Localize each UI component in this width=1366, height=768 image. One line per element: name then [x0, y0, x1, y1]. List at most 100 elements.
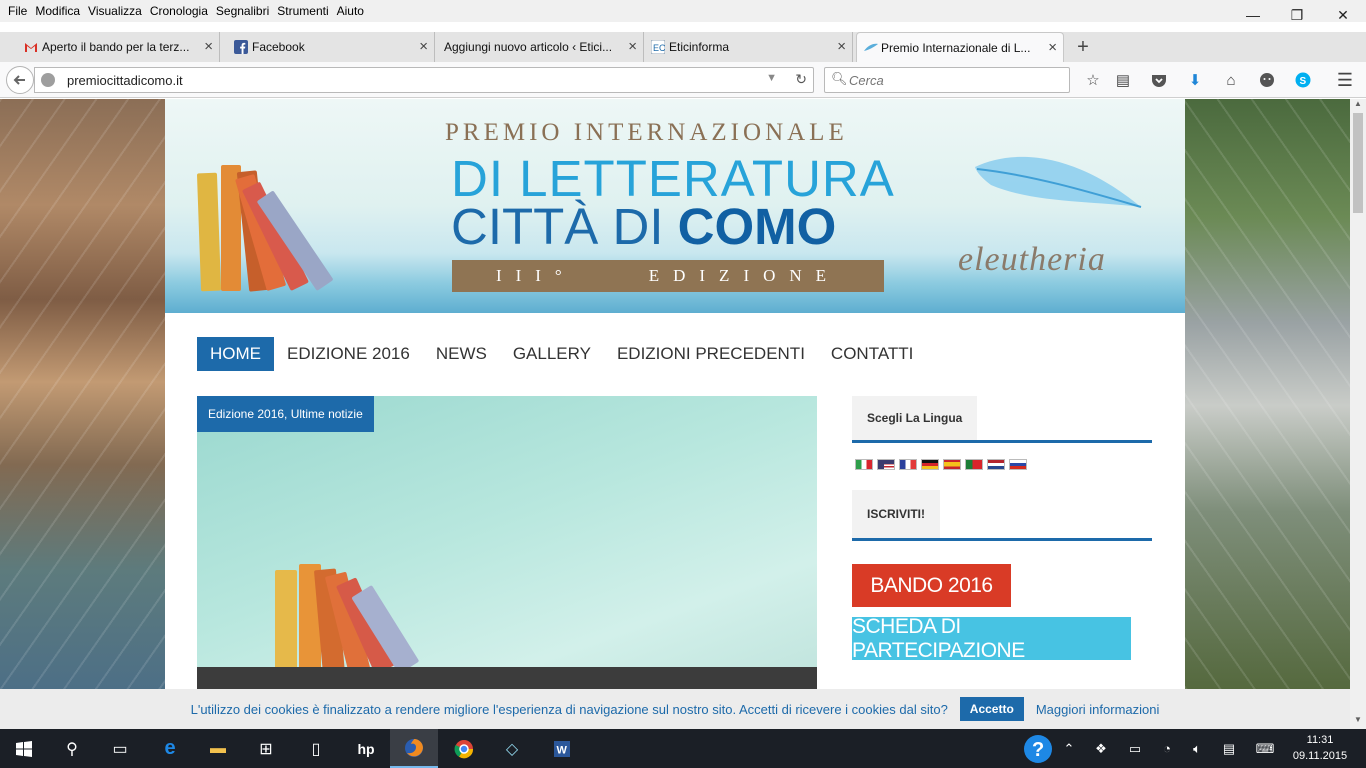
help-icon[interactable]: ? [1022, 729, 1054, 768]
new-tab-button[interactable]: + [1072, 32, 1094, 62]
back-button[interactable] [6, 66, 34, 94]
more-info-link[interactable]: Maggiori informazioni [1036, 702, 1160, 717]
main-nav: HOME EDIZIONE 2016 NEWS GALLERY EDIZIONI… [197, 337, 926, 371]
notifications-icon[interactable]: ▤ [1218, 729, 1240, 768]
home-icon[interactable]: ⌂ [1219, 68, 1243, 92]
tab-premio-active[interactable]: Premio Internazionale di L... × [856, 32, 1064, 62]
store-icon[interactable]: ⊞ [242, 729, 290, 768]
globe-icon [41, 73, 55, 87]
keyboard-icon[interactable]: ⌨ [1252, 729, 1278, 768]
search-bar[interactable]: 🔍︎ [824, 67, 1070, 93]
close-icon[interactable]: × [837, 38, 846, 55]
svg-text:S: S [1300, 76, 1307, 87]
chevron-down-icon[interactable]: ▼ [766, 72, 777, 84]
word-icon[interactable]: W [538, 729, 586, 768]
svg-text:W: W [557, 744, 568, 756]
download-icon[interactable]: ⬇ [1183, 68, 1207, 92]
close-icon[interactable]: × [628, 38, 637, 55]
nav-gallery[interactable]: GALLERY [500, 337, 604, 371]
windows-start-icon[interactable] [0, 729, 48, 768]
search-input[interactable] [849, 71, 1059, 89]
gmail-icon [24, 40, 38, 54]
edge-icon[interactable]: e [146, 729, 194, 768]
category-tag[interactable]: Edizione 2016, Ultime notizie [197, 396, 374, 432]
flag-french-icon[interactable] [899, 459, 917, 470]
tab-aggiungi-articolo[interactable]: Aggiungi nuovo articolo ‹ Etici... × [436, 32, 644, 62]
menu-segnalibri[interactable]: Segnalibri [212, 0, 273, 22]
menu-cronologia[interactable]: Cronologia [146, 0, 212, 22]
hp-icon[interactable]: hp [342, 729, 390, 768]
document-icon[interactable]: ▯ [292, 729, 340, 768]
page-scrollbar[interactable]: ▲ ▼ [1350, 99, 1366, 729]
accept-cookies-button[interactable]: Accetto [959, 697, 1024, 721]
nav-home[interactable]: HOME [197, 337, 274, 371]
scroll-down-icon[interactable]: ▼ [1350, 715, 1366, 729]
system-clock[interactable]: 11:31 09.11.2015 [1292, 732, 1348, 764]
menu-file[interactable]: File [4, 0, 31, 22]
minimize-button[interactable]: — [1230, 0, 1276, 30]
divider [852, 538, 1152, 541]
nav-news[interactable]: NEWS [423, 337, 500, 371]
address-bar[interactable]: premiocittadicomo.it ▼ ↻ [34, 67, 814, 93]
tab-label: Aperto il bando per la terz... [42, 40, 190, 54]
dropbox-icon[interactable]: ❖ [1090, 729, 1112, 768]
reload-icon[interactable]: ↻ [795, 71, 807, 88]
scroll-up-icon[interactable]: ▲ [1350, 99, 1366, 113]
chat-icon[interactable] [1255, 68, 1279, 92]
header-banner[interactable]: PREMIO INTERNAZIONALE DI LETTERATURA CIT… [165, 99, 1185, 313]
menu-strumenti[interactable]: Strumenti [273, 0, 332, 22]
menu-aiuto[interactable]: Aiuto [333, 0, 368, 22]
reading-list-icon[interactable]: ▤ [1111, 68, 1135, 92]
skype-icon[interactable]: S [1291, 68, 1315, 92]
tab-gmail[interactable]: Aperto il bando per la terz... × [18, 32, 220, 62]
language-widget-title: Scegli La Lingua [852, 396, 978, 440]
menu-modifica[interactable]: Modifica [31, 0, 84, 22]
search-icon[interactable]: ⚲ [48, 729, 96, 768]
banner-title-line3: CITTÀ DI COMO [451, 197, 836, 256]
flag-german-icon[interactable] [921, 459, 939, 470]
file-explorer-icon[interactable]: ▬ [194, 729, 242, 768]
scheda-partecipazione-button[interactable]: SCHEDA DI PARTECIPAZIONE [852, 615, 1131, 662]
firefox-icon[interactable] [390, 729, 438, 768]
app-icon[interactable]: ◇ [488, 729, 536, 768]
flag-english-icon[interactable] [877, 459, 895, 470]
flag-italian-icon[interactable] [855, 459, 873, 470]
flag-russian-icon[interactable] [1009, 459, 1027, 470]
windows-taskbar: ⚲ ▭ e ▬ ⊞ ▯ hp ◇ W ? ⌃ ❖ ▭ ◔ 🔈︎ ▤ ⌨ 11:3… [0, 729, 1366, 768]
close-icon[interactable]: × [1048, 39, 1057, 56]
nav-edizione-2016[interactable]: EDIZIONE 2016 [274, 337, 423, 371]
banner-title-city: CITTÀ DI [451, 198, 678, 255]
flag-dutch-icon[interactable] [987, 459, 1005, 470]
chevron-up-icon[interactable]: ⌃ [1058, 729, 1080, 768]
battery-icon[interactable]: ▭ [1124, 729, 1146, 768]
banner-title-como: COMO [677, 198, 837, 255]
task-view-icon[interactable]: ▭ [96, 729, 144, 768]
bookmark-star-icon[interactable]: ☆ [1081, 68, 1105, 92]
hamburger-menu-icon[interactable]: ☰ [1333, 68, 1357, 92]
window-close-button[interactable]: ✕ [1320, 0, 1366, 30]
nav-contatti[interactable]: CONTATTI [818, 337, 926, 371]
nav-edizioni-precedenti[interactable]: EDIZIONI PRECEDENTI [604, 337, 818, 371]
tab-label: Premio Internazionale di L... [881, 40, 1031, 55]
eleutheria-logo: eleutheria [958, 241, 1106, 278]
close-icon[interactable]: × [419, 38, 428, 55]
svg-text:?: ? [1032, 739, 1044, 761]
pocket-icon[interactable] [1147, 68, 1171, 92]
divider [852, 440, 1152, 443]
tab-facebook[interactable]: Facebook × [228, 32, 435, 62]
flag-portuguese-icon[interactable] [965, 459, 983, 470]
maximize-button[interactable]: ❐ [1274, 0, 1320, 30]
bando-2016-button[interactable]: BANDO 2016 [852, 564, 1011, 607]
cookie-text: L'utilizzo dei cookies è finalizzato a r… [190, 701, 948, 717]
tab-eticinforma[interactable]: EC Eticinforma × [645, 32, 853, 62]
menu-visualizza[interactable]: Visualizza [84, 0, 146, 22]
wifi-icon[interactable]: ◔ [1156, 729, 1178, 768]
close-icon[interactable]: × [204, 38, 213, 55]
scroll-thumb[interactable] [1353, 113, 1363, 213]
volume-icon[interactable]: 🔈︎ [1186, 729, 1208, 768]
flag-spanish-icon[interactable] [943, 459, 961, 470]
feather-icon [863, 41, 878, 55]
featured-article-image[interactable]: Edizione 2016, Ultime notizie [197, 396, 817, 689]
chrome-icon[interactable] [440, 729, 488, 768]
url-text[interactable]: premiocittadicomo.it [67, 73, 183, 88]
